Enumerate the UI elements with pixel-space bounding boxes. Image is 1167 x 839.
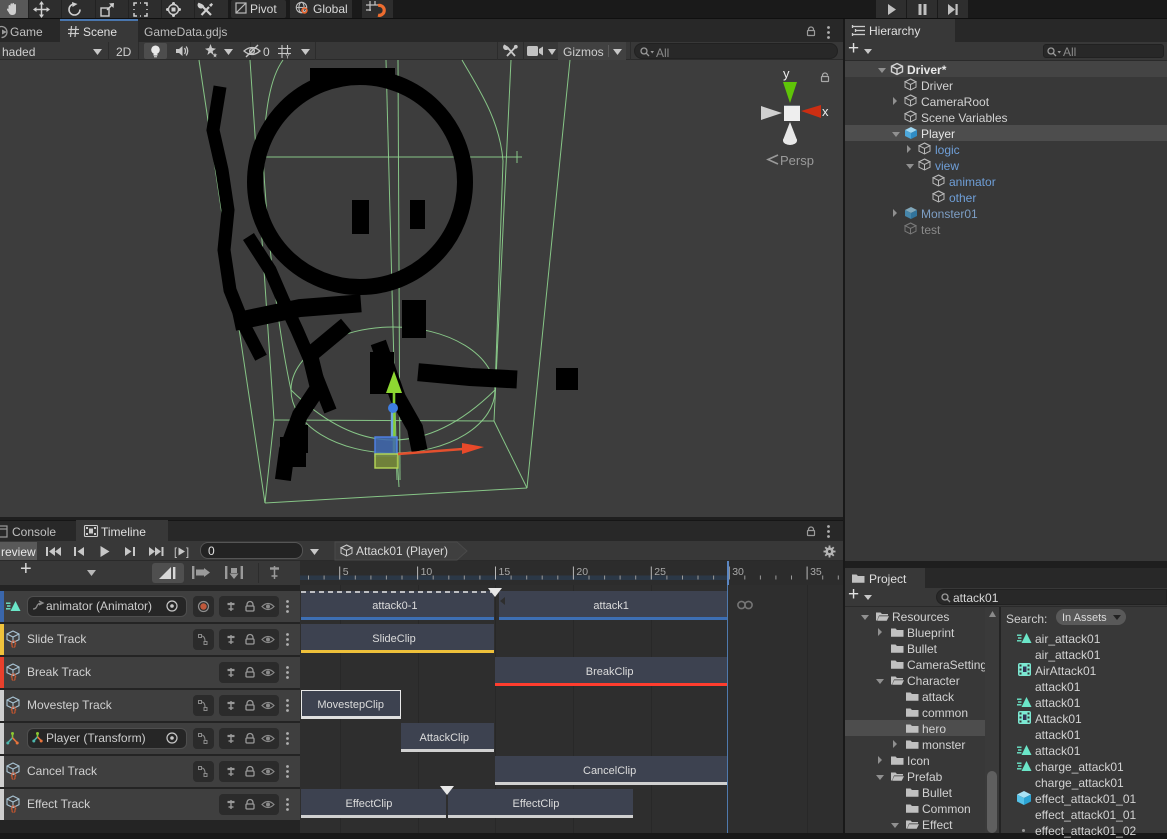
svg-text:{}: {} <box>11 672 17 681</box>
svg-text:35: 35 <box>810 566 822 578</box>
svg-text:]: ] <box>186 547 189 559</box>
svg-text:{}: {} <box>11 771 17 780</box>
svg-text:5: 5 <box>343 566 349 578</box>
svg-text:{}: {} <box>11 705 17 714</box>
svg-text:30: 30 <box>732 566 744 578</box>
svg-text:10: 10 <box>421 566 433 578</box>
svg-text:[: [ <box>174 547 177 559</box>
svg-text:{}: {} <box>11 804 17 813</box>
svg-text:y: y <box>783 66 790 81</box>
svg-text:15: 15 <box>499 566 511 578</box>
svg-text:25: 25 <box>654 566 666 578</box>
svg-text:{}: {} <box>11 639 17 648</box>
svg-text:x: x <box>822 104 829 119</box>
svg-text:20: 20 <box>576 566 588 578</box>
